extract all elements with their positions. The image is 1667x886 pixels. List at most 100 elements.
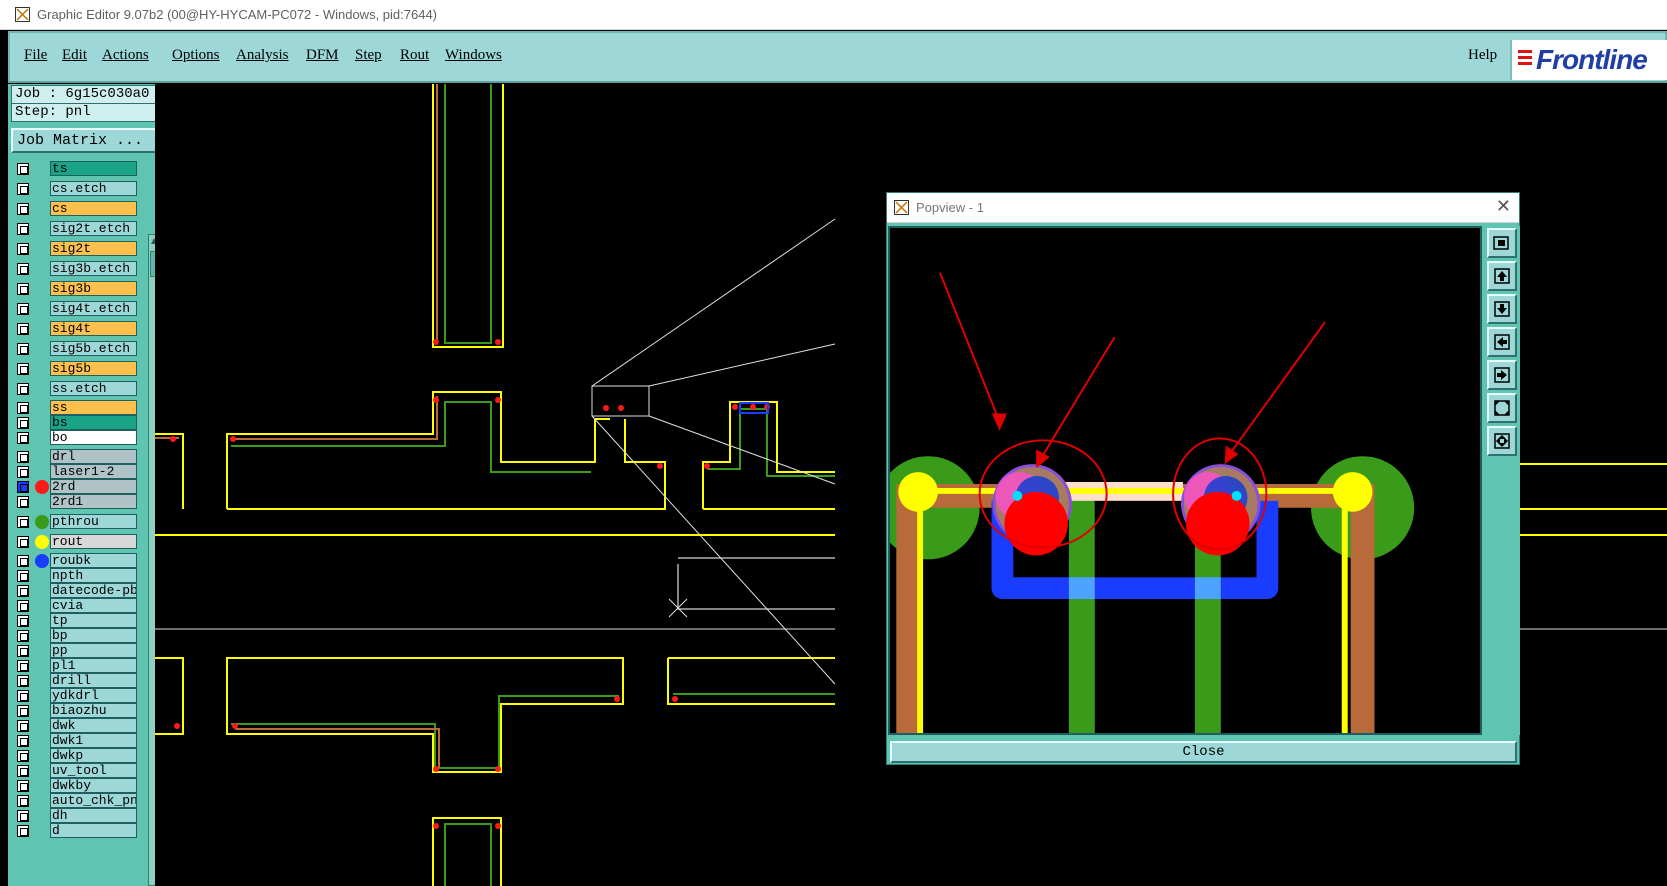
fit-width-button[interactable] (1487, 426, 1517, 456)
layer-row-sig4t[interactable]: sig4t (11, 321, 141, 337)
layer-checkbox[interactable] (17, 263, 29, 275)
layer-row-dh[interactable]: dh (11, 808, 141, 824)
layer-checkbox[interactable] (17, 660, 29, 672)
layer-row-roubk[interactable]: roubk (11, 553, 141, 569)
layer-row-biaozhu[interactable]: biaozhu (11, 703, 141, 719)
layer-checkbox[interactable] (17, 451, 29, 463)
layer-checkbox[interactable] (17, 203, 29, 215)
layer-row-npth[interactable]: npth (11, 568, 141, 584)
layer-checkbox[interactable] (17, 516, 29, 528)
layer-row-sig3b[interactable]: sig3b (11, 281, 141, 297)
pan-right-button[interactable] (1487, 360, 1517, 390)
layer-checkbox[interactable] (17, 585, 29, 597)
layer-row-pl1[interactable]: pl1 (11, 658, 141, 674)
layer-checkbox[interactable] (17, 481, 29, 493)
close-x-icon[interactable]: ✕ (1496, 196, 1511, 217)
layer-row-datecode-pbc[interactable]: datecode-pbc (11, 583, 141, 599)
layer-row-cs[interactable]: cs (11, 201, 141, 217)
layer-checkbox[interactable] (17, 496, 29, 508)
layer-row-pthrou[interactable]: pthrou (11, 514, 141, 530)
layer-checkbox[interactable] (17, 825, 29, 837)
layer-row-sig2t-etch[interactable]: sig2t.etch (11, 221, 141, 237)
layer-checkbox[interactable] (17, 223, 29, 235)
layer-row-dwkby[interactable]: dwkby (11, 778, 141, 794)
layer-checkbox[interactable] (17, 536, 29, 548)
layer-row-rout[interactable]: rout (11, 534, 141, 550)
layer-checkbox[interactable] (17, 163, 29, 175)
layer-row-sig5b[interactable]: sig5b (11, 361, 141, 377)
layer-row-laser1-2[interactable]: laser1-2 (11, 464, 141, 480)
layer-row-dwkp[interactable]: dwkp (11, 748, 141, 764)
layer-checkbox[interactable] (17, 765, 29, 777)
layer-checkbox[interactable] (17, 303, 29, 315)
layer-checkbox[interactable] (17, 243, 29, 255)
layer-row-sig2t[interactable]: sig2t (11, 241, 141, 257)
layer-row-bo[interactable]: bo (11, 430, 141, 446)
layer-row-drill[interactable]: drill (11, 673, 141, 689)
layer-checkbox[interactable] (17, 383, 29, 395)
layer-row-cvia[interactable]: cvia (11, 598, 141, 614)
layer-row-ss[interactable]: ss (11, 400, 141, 416)
layer-row-auto-chk-pnl[interactable]: auto_chk_pnl (11, 793, 141, 809)
layer-checkbox[interactable] (17, 417, 29, 429)
layer-row-sig5b-etch[interactable]: sig5b.etch (11, 341, 141, 357)
layer-checkbox[interactable] (17, 795, 29, 807)
job-matrix-button[interactable]: Job Matrix ... (11, 128, 161, 153)
layer-row-dwk1[interactable]: dwk1 (11, 733, 141, 749)
layer-checkbox[interactable] (17, 363, 29, 375)
layer-row-dwk[interactable]: dwk (11, 718, 141, 734)
layer-checkbox[interactable] (17, 183, 29, 195)
layer-row-ts[interactable]: ts (11, 161, 141, 177)
pan-left-button[interactable] (1487, 327, 1517, 357)
layer-checkbox[interactable] (17, 780, 29, 792)
layer-row-ss-etch[interactable]: ss.etch (11, 381, 141, 397)
zoom-out-button[interactable] (1487, 228, 1517, 258)
fit-screen-button[interactable] (1487, 393, 1517, 423)
layer-checkbox[interactable] (17, 323, 29, 335)
layer-row-2rd[interactable]: 2rd (11, 479, 141, 495)
layer-checkbox[interactable] (17, 810, 29, 822)
menu-actions[interactable]: Actions (102, 47, 149, 64)
layer-checkbox[interactable] (17, 735, 29, 747)
menu-rout[interactable]: Rout (400, 47, 429, 64)
layer-checkbox[interactable] (17, 690, 29, 702)
menu-step[interactable]: Step (355, 47, 382, 64)
layer-checkbox[interactable] (17, 615, 29, 627)
layer-checkbox[interactable] (17, 343, 29, 355)
layer-row-ydkdrl[interactable]: ydkdrl (11, 688, 141, 704)
layer-checkbox[interactable] (17, 402, 29, 414)
layer-checkbox[interactable] (17, 432, 29, 444)
layer-checkbox[interactable] (17, 283, 29, 295)
layer-row-pp[interactable]: pp (11, 643, 141, 659)
layer-checkbox[interactable] (17, 555, 29, 567)
layer-checkbox[interactable] (17, 750, 29, 762)
popview-canvas[interactable] (888, 226, 1482, 735)
layer-row-cs-etch[interactable]: cs.etch (11, 181, 141, 197)
menu-options[interactable]: Options (172, 47, 220, 64)
pan-down-button[interactable] (1487, 294, 1517, 324)
layer-checkbox[interactable] (17, 466, 29, 478)
layer-checkbox[interactable] (17, 705, 29, 717)
pan-up-button[interactable] (1487, 261, 1517, 291)
layer-row-tp[interactable]: tp (11, 613, 141, 629)
menu-help[interactable]: Help (1468, 47, 1497, 64)
layer-row-sig3b-etch[interactable]: sig3b.etch (11, 261, 141, 277)
menu-dfm[interactable]: DFM (306, 47, 339, 64)
layer-checkbox[interactable] (17, 630, 29, 642)
layer-row-bs[interactable]: bs (11, 415, 141, 431)
layer-checkbox[interactable] (17, 570, 29, 582)
layer-row-drl[interactable]: drl (11, 449, 141, 465)
layer-row-bp[interactable]: bp (11, 628, 141, 644)
layer-checkbox[interactable] (17, 675, 29, 687)
layer-row-sig4t-etch[interactable]: sig4t.etch (11, 301, 141, 317)
layer-checkbox[interactable] (17, 645, 29, 657)
menu-file[interactable]: File (24, 47, 47, 64)
layer-row-2rd1[interactable]: 2rd1 (11, 494, 141, 510)
layer-row-uv-tool[interactable]: uv_tool (11, 763, 141, 779)
layer-checkbox[interactable] (17, 720, 29, 732)
menu-windows[interactable]: Windows (445, 47, 502, 64)
layer-row-d[interactable]: d (11, 823, 141, 839)
menu-analysis[interactable]: Analysis (236, 47, 289, 64)
popview-close-button[interactable]: Close (890, 741, 1517, 763)
menu-edit[interactable]: Edit (62, 47, 87, 64)
